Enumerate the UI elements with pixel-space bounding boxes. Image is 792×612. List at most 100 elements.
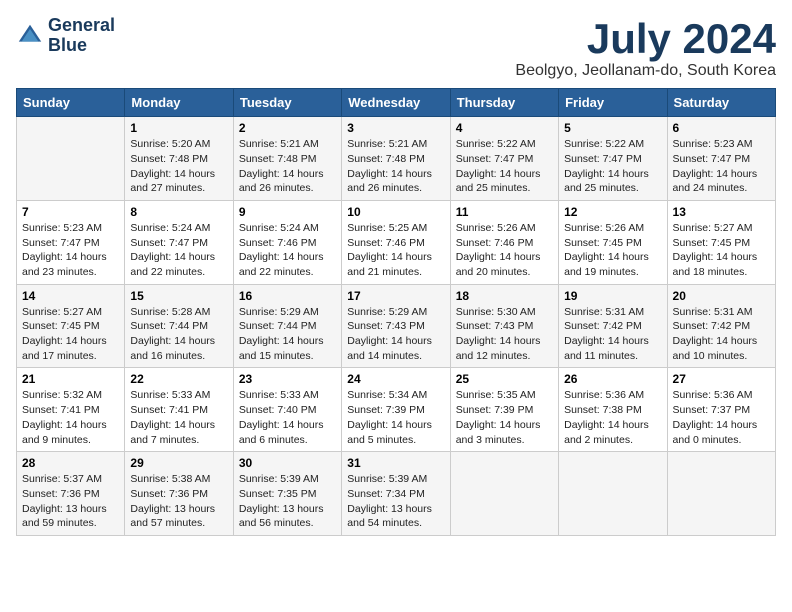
calendar-cell (559, 452, 667, 536)
day-number: 17 (347, 289, 444, 303)
calendar-cell: 23Sunrise: 5:33 AMSunset: 7:40 PMDayligh… (233, 368, 341, 452)
day-info: Sunrise: 5:22 AMSunset: 7:47 PMDaylight:… (456, 137, 553, 196)
day-info: Sunrise: 5:25 AMSunset: 7:46 PMDaylight:… (347, 221, 444, 280)
calendar-cell: 10 Sunrise: 5:25 AMSunset: 7:46 PMDayligh… (342, 200, 450, 284)
day-number: 15 (130, 289, 227, 303)
day-number: 3 (347, 121, 444, 135)
day-info: Sunrise: 5:21 AMSunset: 7:48 PMDaylight:… (239, 137, 336, 196)
calendar-cell: 15 Sunrise: 5:28 AMSunset: 7:44 PMDayligh… (125, 284, 233, 368)
logo-icon (16, 22, 44, 50)
calendar-week-1: 1 Sunrise: 5:20 AMSunset: 7:48 PMDaylight… (17, 117, 776, 201)
day-number: 25 (456, 372, 553, 386)
day-number: 21 (22, 372, 119, 386)
day-info: Sunrise: 5:36 AMSunset: 7:37 PMDaylight:… (673, 388, 770, 447)
day-info: Sunrise: 5:29 AMSunset: 7:43 PMDaylight:… (347, 305, 444, 364)
calendar-cell: 25 Sunrise: 5:35 AMSunset: 7:39 PMDayligh… (450, 368, 558, 452)
day-number: 8 (130, 205, 227, 219)
day-info: Sunrise: 5:27 AMSunset: 7:45 PMDaylight:… (22, 305, 119, 364)
calendar-cell: 31 Sunrise: 5:39 AMSunset: 7:34 PMDayligh… (342, 452, 450, 536)
logo: General Blue (16, 16, 115, 56)
day-number: 19 (564, 289, 661, 303)
weekday-header-tuesday: Tuesday (233, 89, 341, 117)
day-number: 11 (456, 205, 553, 219)
calendar-table: SundayMondayTuesdayWednesdayThursdayFrid… (16, 88, 776, 536)
calendar-cell: 24 Sunrise: 5:34 AMSunset: 7:39 PMDayligh… (342, 368, 450, 452)
calendar-cell: 4Sunrise: 5:22 AMSunset: 7:47 PMDaylight… (450, 117, 558, 201)
location-title: Beolgyo, Jeollanam-do, South Korea (515, 62, 776, 80)
day-number: 29 (130, 456, 227, 470)
day-number: 5 (564, 121, 661, 135)
calendar-cell: 30 Sunrise: 5:39 AMSunset: 7:35 PMDayligh… (233, 452, 341, 536)
title-area: July 2024 Beolgyo, Jeollanam-do, South K… (515, 16, 776, 80)
day-info: Sunrise: 5:24 AMSunset: 7:47 PMDaylight:… (130, 221, 227, 280)
calendar-cell: 3 Sunrise: 5:21 AMSunset: 7:48 PMDaylight… (342, 117, 450, 201)
calendar-cell: 21Sunrise: 5:32 AMSunset: 7:41 PMDayligh… (17, 368, 125, 452)
month-title: July 2024 (515, 16, 776, 62)
calendar-cell: 6Sunrise: 5:23 AMSunset: 7:47 PMDaylight… (667, 117, 775, 201)
day-info: Sunrise: 5:35 AMSunset: 7:39 PMDaylight:… (456, 388, 553, 447)
day-info: Sunrise: 5:39 AMSunset: 7:34 PMDaylight:… (347, 472, 444, 531)
day-info: Sunrise: 5:26 AMSunset: 7:46 PMDaylight:… (456, 221, 553, 280)
calendar-cell: 13 Sunrise: 5:27 AMSunset: 7:45 PMDayligh… (667, 200, 775, 284)
day-info: Sunrise: 5:26 AMSunset: 7:45 PMDaylight:… (564, 221, 661, 280)
day-number: 2 (239, 121, 336, 135)
day-number: 30 (239, 456, 336, 470)
calendar-cell: 1 Sunrise: 5:20 AMSunset: 7:48 PMDaylight… (125, 117, 233, 201)
day-number: 16 (239, 289, 336, 303)
day-info: Sunrise: 5:27 AMSunset: 7:45 PMDaylight:… (673, 221, 770, 280)
day-number: 18 (456, 289, 553, 303)
day-info: Sunrise: 5:24 AMSunset: 7:46 PMDaylight:… (239, 221, 336, 280)
page-header: General Blue July 2024 Beolgyo, Jeollana… (16, 16, 776, 80)
day-number: 31 (347, 456, 444, 470)
calendar-cell: 11 Sunrise: 5:26 AMSunset: 7:46 PMDayligh… (450, 200, 558, 284)
calendar-cell: 17 Sunrise: 5:29 AMSunset: 7:43 PMDayligh… (342, 284, 450, 368)
calendar-cell: 22 Sunrise: 5:33 AMSunset: 7:41 PMDayligh… (125, 368, 233, 452)
day-info: Sunrise: 5:22 AMSunset: 7:47 PMDaylight:… (564, 137, 661, 196)
day-number: 26 (564, 372, 661, 386)
day-info: Sunrise: 5:39 AMSunset: 7:35 PMDaylight:… (239, 472, 336, 531)
day-info: Sunrise: 5:30 AMSunset: 7:43 PMDaylight:… (456, 305, 553, 364)
calendar-cell: 18 Sunrise: 5:30 AMSunset: 7:43 PMDayligh… (450, 284, 558, 368)
day-number: 12 (564, 205, 661, 219)
day-info: Sunrise: 5:29 AMSunset: 7:44 PMDaylight:… (239, 305, 336, 364)
calendar-cell: 27 Sunrise: 5:36 AMSunset: 7:37 PMDayligh… (667, 368, 775, 452)
weekday-header-sunday: Sunday (17, 89, 125, 117)
weekday-header-saturday: Saturday (667, 89, 775, 117)
day-info: Sunrise: 5:21 AMSunset: 7:48 PMDaylight:… (347, 137, 444, 196)
weekday-header-thursday: Thursday (450, 89, 558, 117)
day-number: 22 (130, 372, 227, 386)
day-number: 24 (347, 372, 444, 386)
day-info: Sunrise: 5:23 AMSunset: 7:47 PMDaylight:… (22, 221, 119, 280)
calendar-cell: 5 Sunrise: 5:22 AMSunset: 7:47 PMDaylight… (559, 117, 667, 201)
weekday-header-wednesday: Wednesday (342, 89, 450, 117)
day-info: Sunrise: 5:31 AMSunset: 7:42 PMDaylight:… (673, 305, 770, 364)
day-number: 13 (673, 205, 770, 219)
day-info: Sunrise: 5:20 AMSunset: 7:48 PMDaylight:… (130, 137, 227, 196)
day-info: Sunrise: 5:23 AMSunset: 7:47 PMDaylight:… (673, 137, 770, 196)
day-number: 27 (673, 372, 770, 386)
day-number: 10 (347, 205, 444, 219)
day-number: 23 (239, 372, 336, 386)
day-number: 1 (130, 121, 227, 135)
calendar-cell (17, 117, 125, 201)
calendar-cell: 14Sunrise: 5:27 AMSunset: 7:45 PMDayligh… (17, 284, 125, 368)
day-number: 28 (22, 456, 119, 470)
day-info: Sunrise: 5:31 AMSunset: 7:42 PMDaylight:… (564, 305, 661, 364)
day-info: Sunrise: 5:36 AMSunset: 7:38 PMDaylight:… (564, 388, 661, 447)
calendar-cell: 26 Sunrise: 5:36 AMSunset: 7:38 PMDayligh… (559, 368, 667, 452)
day-info: Sunrise: 5:34 AMSunset: 7:39 PMDaylight:… (347, 388, 444, 447)
day-number: 7 (22, 205, 119, 219)
calendar-cell: 20 Sunrise: 5:31 AMSunset: 7:42 PMDayligh… (667, 284, 775, 368)
day-info: Sunrise: 5:33 AMSunset: 7:41 PMDaylight:… (130, 388, 227, 447)
calendar-week-5: 28Sunrise: 5:37 AMSunset: 7:36 PMDayligh… (17, 452, 776, 536)
day-number: 9 (239, 205, 336, 219)
day-info: Sunrise: 5:28 AMSunset: 7:44 PMDaylight:… (130, 305, 227, 364)
calendar-cell: 16 Sunrise: 5:29 AMSunset: 7:44 PMDayligh… (233, 284, 341, 368)
day-number: 20 (673, 289, 770, 303)
calendar-cell: 28Sunrise: 5:37 AMSunset: 7:36 PMDayligh… (17, 452, 125, 536)
calendar-cell: 19 Sunrise: 5:31 AMSunset: 7:42 PMDayligh… (559, 284, 667, 368)
weekday-header-row: SundayMondayTuesdayWednesdayThursdayFrid… (17, 89, 776, 117)
calendar-week-4: 21Sunrise: 5:32 AMSunset: 7:41 PMDayligh… (17, 368, 776, 452)
calendar-cell: 12 Sunrise: 5:26 AMSunset: 7:45 PMDayligh… (559, 200, 667, 284)
calendar-cell: 29Sunrise: 5:38 AMSunset: 7:36 PMDayligh… (125, 452, 233, 536)
